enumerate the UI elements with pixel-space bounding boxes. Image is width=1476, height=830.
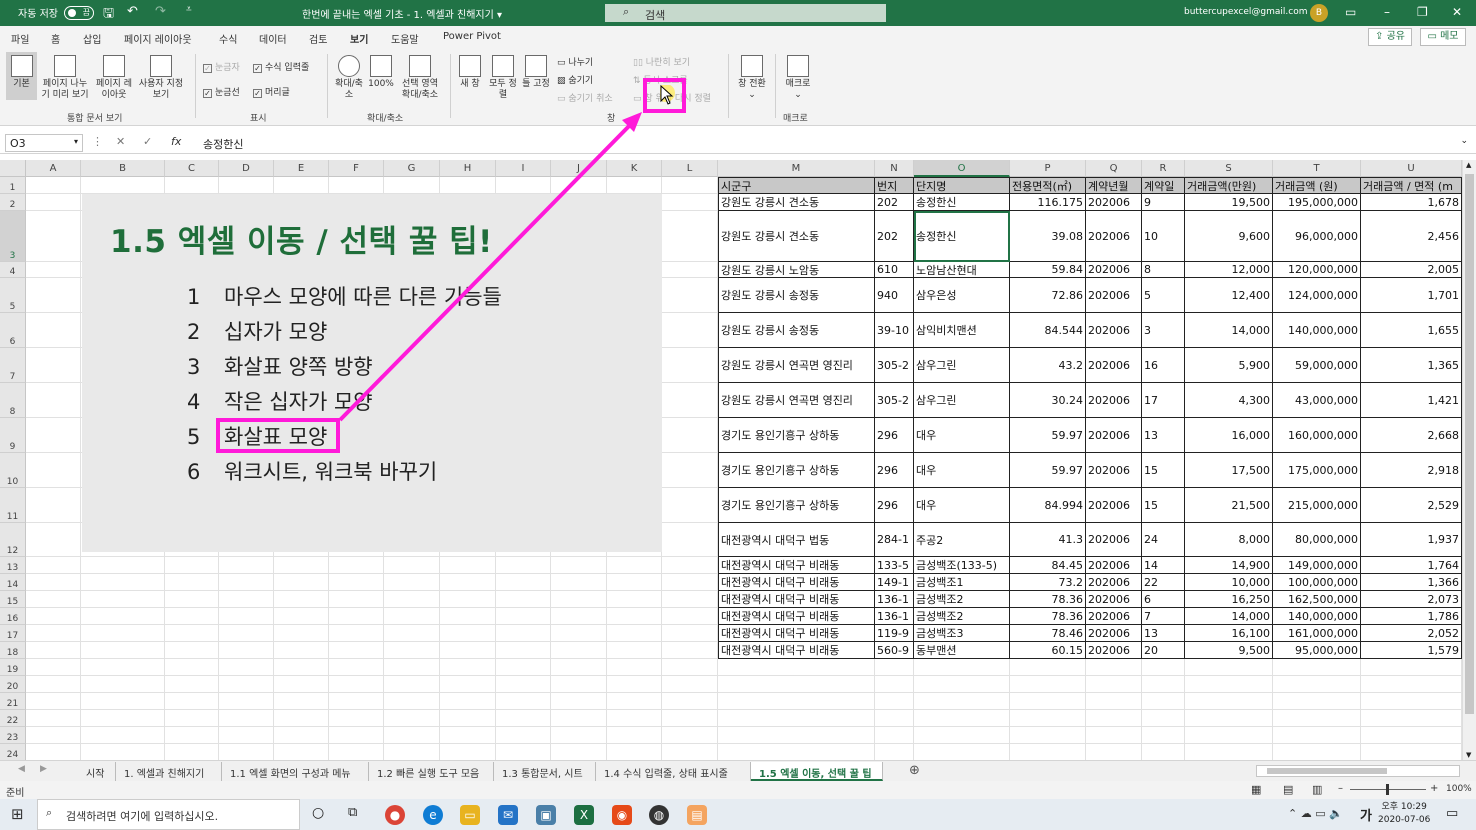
recorder-icon[interactable]: ◉	[612, 805, 632, 825]
tray-icons[interactable]: ⌃ ☁ ▭ 🔈	[1288, 807, 1343, 820]
obs-icon[interactable]: ◍	[649, 805, 669, 825]
clock-time: 오후 10:29	[1381, 802, 1427, 812]
tab-next-icon[interactable]: ▶	[40, 764, 47, 774]
sheet-tab[interactable]: 시작	[78, 762, 116, 781]
folder-icon[interactable]: ▭	[460, 805, 480, 825]
status-ready: 준비	[6, 788, 25, 799]
taskbar-search[interactable]: ⌕ 검색하려면 여기에 입력하십시오.	[37, 799, 300, 830]
normal-view-status-icon[interactable]: ▦	[1251, 783, 1261, 796]
tab-prev-icon[interactable]: ◀	[18, 764, 25, 774]
zoom-level[interactable]: 100%	[1446, 784, 1472, 794]
sheet-tab[interactable]: 1.3 통합문서, 시트	[494, 762, 596, 781]
arrow-line	[338, 120, 635, 422]
sheet-tab-bar: ◀ ▶ 시작 1. 엑셀과 친해지기 1.1 엑셀 화면의 구성과 메뉴 1.2 빠른…	[0, 760, 1476, 781]
horizontal-scrollbar[interactable]	[1256, 765, 1460, 777]
page-layout-status-icon[interactable]: ▤	[1283, 783, 1293, 796]
search-icon: ⌕	[46, 806, 53, 819]
windows-start-icon[interactable]: ⊞	[11, 805, 24, 823]
chrome-icon[interactable]: ●	[385, 805, 405, 825]
zoom-slider-thumb[interactable]	[1386, 784, 1389, 795]
taskbar-search-placeholder: 검색하려면 여기에 입력하십시오.	[66, 810, 219, 823]
sheet-tab[interactable]: 1.5 엑셀 이동, 선택 꿀 팁	[751, 762, 883, 781]
scroll-up-icon[interactable]: ▲	[1466, 161, 1471, 169]
sheet-tab[interactable]: 1. 엑셀과 친해지기	[116, 762, 222, 781]
excel-icon[interactable]: X	[574, 805, 594, 825]
horizontal-scroll-thumb[interactable]	[1267, 768, 1387, 774]
zoom-out-icon[interactable]: –	[1338, 783, 1343, 794]
sheet-tab[interactable]: 1.2 빠른 실행 도구 모음	[369, 762, 494, 781]
zoom-slider[interactable]	[1350, 784, 1426, 795]
clock-date: 2020-07-06	[1378, 815, 1431, 825]
task-view-icon[interactable]: ⧉	[348, 805, 357, 820]
cortana-icon[interactable]: ○	[312, 805, 324, 821]
screen-icon[interactable]: ▣	[536, 805, 556, 825]
sheet-tab[interactable]: 1.4 수식 입력줄, 상태 표시줄	[596, 762, 751, 781]
annotation-arrow	[338, 112, 642, 422]
scroll-down-icon[interactable]: ▼	[1466, 751, 1471, 759]
clock[interactable]: 오후 10:29 2020-07-06	[1378, 801, 1430, 827]
status-bar: 준비 ▦ ▤ ▥ – + 100%	[0, 781, 1476, 799]
app-icon[interactable]: ▤	[687, 805, 707, 825]
page-break-status-icon[interactable]: ▥	[1312, 783, 1322, 796]
vertical-scrollbar[interactable]: ▲ ▼	[1462, 160, 1476, 760]
add-sheet-icon[interactable]: ⊕	[909, 763, 920, 778]
vertical-scroll-thumb[interactable]	[1465, 174, 1474, 714]
sheet-tab[interactable]: 1.1 엑셀 화면의 구성과 메뉴	[222, 762, 369, 781]
ime-indicator[interactable]: 가	[1360, 805, 1372, 824]
zoom-in-icon[interactable]: +	[1430, 783, 1438, 794]
windows-taskbar: ⊞ ⌕ 검색하려면 여기에 입력하십시오. ○ ⧉ ● e ▭ ✉ ▣ X ◉ ◍…	[0, 799, 1476, 830]
mail-icon[interactable]: ✉	[498, 805, 518, 825]
notification-icon[interactable]: ▭	[1446, 806, 1458, 821]
edge-icon[interactable]: e	[423, 805, 443, 825]
